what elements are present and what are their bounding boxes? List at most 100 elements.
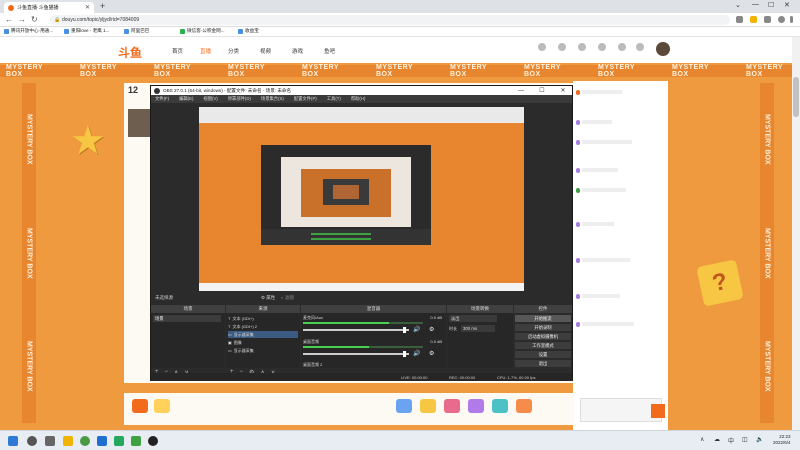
scene-item[interactable]: 场景: [153, 315, 221, 322]
avatar[interactable]: [656, 42, 670, 56]
forward-icon[interactable]: →: [18, 15, 26, 24]
menu-docks[interactable]: 停靠部件(D): [228, 96, 251, 102]
reload-icon[interactable]: ↻: [31, 15, 38, 24]
menu-icon[interactable]: [790, 16, 793, 23]
streamer-avatar[interactable]: [128, 109, 152, 137]
history-icon[interactable]: [558, 43, 566, 51]
minimize-icon[interactable]: —: [752, 1, 759, 8]
extensions-icon[interactable]: [764, 16, 771, 23]
volume-knob[interactable]: [403, 351, 406, 357]
task-view-icon[interactable]: [45, 436, 55, 446]
search-icon[interactable]: [27, 436, 37, 446]
speaker-icon[interactable]: 🔊: [413, 326, 420, 333]
volume-slider[interactable]: [303, 329, 409, 331]
volume-knob[interactable]: [403, 327, 406, 333]
wechat-icon[interactable]: [114, 436, 124, 446]
gift-icon[interactable]: [516, 399, 532, 413]
back-icon[interactable]: ←: [5, 15, 13, 24]
nav-category[interactable]: 分类: [228, 47, 239, 55]
file-explorer-icon[interactable]: [63, 436, 73, 446]
nav-yuba[interactable]: 鱼吧: [324, 47, 335, 55]
star-icon[interactable]: [750, 16, 757, 23]
start-recording-button[interactable]: 开始录制: [515, 324, 571, 331]
start-virtual-camera-button[interactable]: 启动虚拟摄像机: [515, 333, 571, 340]
gift-icon[interactable]: [420, 399, 436, 413]
chat-message: [576, 187, 626, 193]
task-icon[interactable]: [636, 43, 644, 51]
nav-live[interactable]: 直播: [200, 47, 211, 55]
obs-preview[interactable]: [199, 107, 524, 291]
start-streaming-button[interactable]: 开始推流: [515, 315, 571, 322]
close-tab-icon[interactable]: ✕: [85, 4, 90, 11]
menu-scene-collection[interactable]: 场景集合(S): [261, 96, 284, 102]
close-icon[interactable]: ✕: [554, 87, 572, 94]
volume-slider[interactable]: [303, 353, 409, 355]
gift-icon[interactable]: [154, 399, 170, 413]
menu-profile[interactable]: 配置文件(P): [294, 96, 317, 102]
transition-select[interactable]: 淡出: [449, 315, 497, 322]
bookmark-item[interactable]: 阿里巴巴: [124, 28, 149, 34]
url-input[interactable]: 🔒 douyu.com/topic/yljyd/rid=7084009: [50, 15, 730, 25]
maximize-icon[interactable]: ☐: [533, 87, 551, 94]
page-scrollbar[interactable]: [792, 37, 800, 430]
profile-icon[interactable]: [778, 16, 785, 23]
maximize-icon[interactable]: ☐: [768, 1, 774, 9]
gift-icon[interactable]: [132, 399, 148, 413]
start-icon[interactable]: [8, 436, 18, 446]
nav-games[interactable]: 游戏: [292, 47, 303, 55]
network-icon[interactable]: ◫: [742, 436, 748, 443]
menu-view[interactable]: 视图(V): [203, 96, 217, 102]
app-icon[interactable]: [97, 436, 107, 446]
message-icon[interactable]: [598, 43, 606, 51]
menu-help[interactable]: 帮助(H): [351, 96, 366, 102]
close-window-icon[interactable]: ✕: [784, 1, 790, 9]
menu-file[interactable]: 文件(F): [155, 96, 169, 102]
gift-icon[interactable]: [444, 399, 460, 413]
scrollbar-thumb[interactable]: [793, 77, 799, 117]
duration-input[interactable]: 300 ms: [461, 325, 495, 332]
gift-icon[interactable]: [468, 399, 484, 413]
browser-tab[interactable]: 斗鱼直播·斗鱼猫播 ✕: [4, 2, 94, 13]
site-logo[interactable]: 斗鱼: [118, 44, 142, 61]
nav-video[interactable]: 视频: [260, 47, 271, 55]
minimize-icon[interactable]: —: [512, 88, 530, 94]
settings-button[interactable]: 设置: [515, 351, 571, 358]
chevron-up-icon[interactable]: ∧: [700, 436, 704, 443]
menu-edit[interactable]: 编辑(E): [179, 96, 193, 102]
cloud-icon[interactable]: ☁: [714, 436, 720, 443]
share-icon[interactable]: [736, 16, 743, 23]
chevron-down-icon[interactable]: ⌄: [735, 1, 741, 9]
app-icon[interactable]: [131, 436, 141, 446]
source-item[interactable]: ▭ 显示器采集: [228, 347, 254, 354]
obs-icon[interactable]: [148, 436, 158, 446]
exit-button[interactable]: 退出: [515, 360, 571, 367]
download-icon[interactable]: [538, 43, 546, 51]
speaker-icon[interactable]: 🔊: [413, 350, 420, 357]
follow-icon[interactable]: [578, 43, 586, 51]
filters-button[interactable]: ◐ 滤镜: [281, 295, 294, 301]
studio-mode-button[interactable]: 工作室模式: [515, 342, 571, 349]
gift-icon[interactable]: [396, 399, 412, 413]
menu-tools[interactable]: 工具(T): [327, 96, 341, 102]
bookmark-item[interactable]: 微信客·公积金网...: [180, 28, 225, 34]
chat-input[interactable]: [580, 398, 662, 422]
gift-icon[interactable]: [492, 399, 508, 413]
source-item[interactable]: ▣ 图像: [228, 339, 242, 346]
gear-icon[interactable]: ⚙: [429, 350, 434, 357]
volume-icon[interactable]: 🔈: [756, 436, 763, 443]
bookmark-item[interactable]: 收益宝: [238, 28, 259, 34]
properties-button[interactable]: ⚙ 属性: [261, 295, 275, 301]
broadcast-icon[interactable]: [618, 43, 626, 51]
source-item[interactable]: T 文本 (GDI+): [228, 315, 254, 322]
bookmark-item[interactable]: 重阳love - 老鹰 1...: [64, 28, 110, 34]
ime-icon[interactable]: 中: [728, 436, 734, 445]
send-button[interactable]: [651, 404, 665, 418]
nav-home[interactable]: 首页: [172, 47, 183, 55]
taskbar-clock[interactable]: 22:23 2022/6/4: [773, 434, 791, 446]
bookmark-item[interactable]: 腾讯开放中心·用通...: [4, 28, 53, 34]
new-tab-button[interactable]: +: [100, 1, 105, 11]
source-item-selected[interactable]: ▭ 显示器采集: [228, 331, 298, 338]
source-item[interactable]: T 文本 (GDI+) 2: [228, 323, 257, 330]
gear-icon[interactable]: ⚙: [429, 326, 434, 333]
chrome-icon[interactable]: [80, 436, 90, 446]
